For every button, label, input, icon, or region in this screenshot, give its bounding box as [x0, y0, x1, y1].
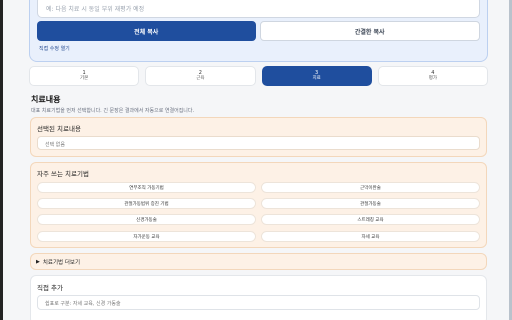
card-title: 선택된 치료내용	[37, 125, 81, 133]
direct-add-input[interactable]: 쉼표로 구분: 자세 교육, 신경 가동술	[37, 295, 480, 310]
technique-chip[interactable]: 자세 교육	[261, 231, 480, 242]
technique-chip[interactable]: 관절가동술	[261, 198, 480, 209]
step-tabs: 1 기본 2 근육 3 치료 4 평가	[29, 66, 488, 86]
frequent-techniques-card: 자주 쓰는 치료기법 연부조직 가동기법 근막이완술 관절가동범위 증진 기법 …	[30, 162, 487, 248]
step-label: 치료	[312, 76, 321, 82]
memo-textarea[interactable]: 예: 다음 치료 시 동일 부위 재평가 예정	[37, 0, 480, 18]
more-techniques-toggle[interactable]: ▶ 치료기법 더보기	[30, 253, 487, 270]
technique-chip[interactable]: 자가운동 교육	[37, 231, 256, 242]
tab-evaluation[interactable]: 4 평가	[377, 66, 488, 86]
copy-all-button[interactable]: 전체 복사	[37, 21, 256, 41]
step-label: 평가	[428, 76, 438, 82]
more-techniques-label: 치료기법 더보기	[42, 259, 81, 266]
technique-chip[interactable]: 관절가동범위 증진 기법	[37, 198, 256, 209]
technique-chip[interactable]: 연부조직 가동기법	[37, 182, 256, 193]
card-title: 직접 추가	[37, 284, 63, 292]
direct-edit-link[interactable]: 직접 수정 열기	[39, 45, 70, 52]
copy-simple-button[interactable]: 간결한 복사	[259, 21, 480, 41]
copy-actions: 전체 복사 간결한 복사	[37, 21, 480, 41]
tab-treatment[interactable]: 3 치료	[261, 66, 372, 86]
selected-treatment-box: 선택 없음	[37, 136, 480, 150]
tab-muscle[interactable]: 2 근육	[145, 66, 256, 86]
selected-treatment-card: 선택된 치료내용 선택 없음	[30, 117, 487, 157]
card-title: 자주 쓰는 치료기법	[37, 170, 89, 178]
triangle-right-icon: ▶	[36, 258, 40, 265]
memo-card: 예: 다음 치료 시 동일 부위 재평가 예정 전체 복사 간결한 복사 직접 …	[29, 0, 488, 62]
technique-chip[interactable]: 근막이완술	[261, 182, 480, 193]
section-title: 치료내용	[31, 95, 61, 104]
window-edge-left	[0, 0, 3, 320]
step-label: 기본	[79, 76, 89, 82]
direct-add-card: 직접 추가 쉼표로 구분: 자세 교육, 신경 가동술	[30, 275, 487, 320]
section-description: 대표 치료기법을 먼저 선택합니다. 긴 문장은 결과에서 자동으로 연결어집니…	[31, 108, 195, 114]
tab-basic[interactable]: 1 기본	[29, 66, 140, 86]
technique-chip[interactable]: 신경가동술	[37, 214, 256, 225]
step-label: 근육	[196, 76, 205, 82]
technique-chip[interactable]: 스트레칭 교육	[261, 214, 480, 225]
